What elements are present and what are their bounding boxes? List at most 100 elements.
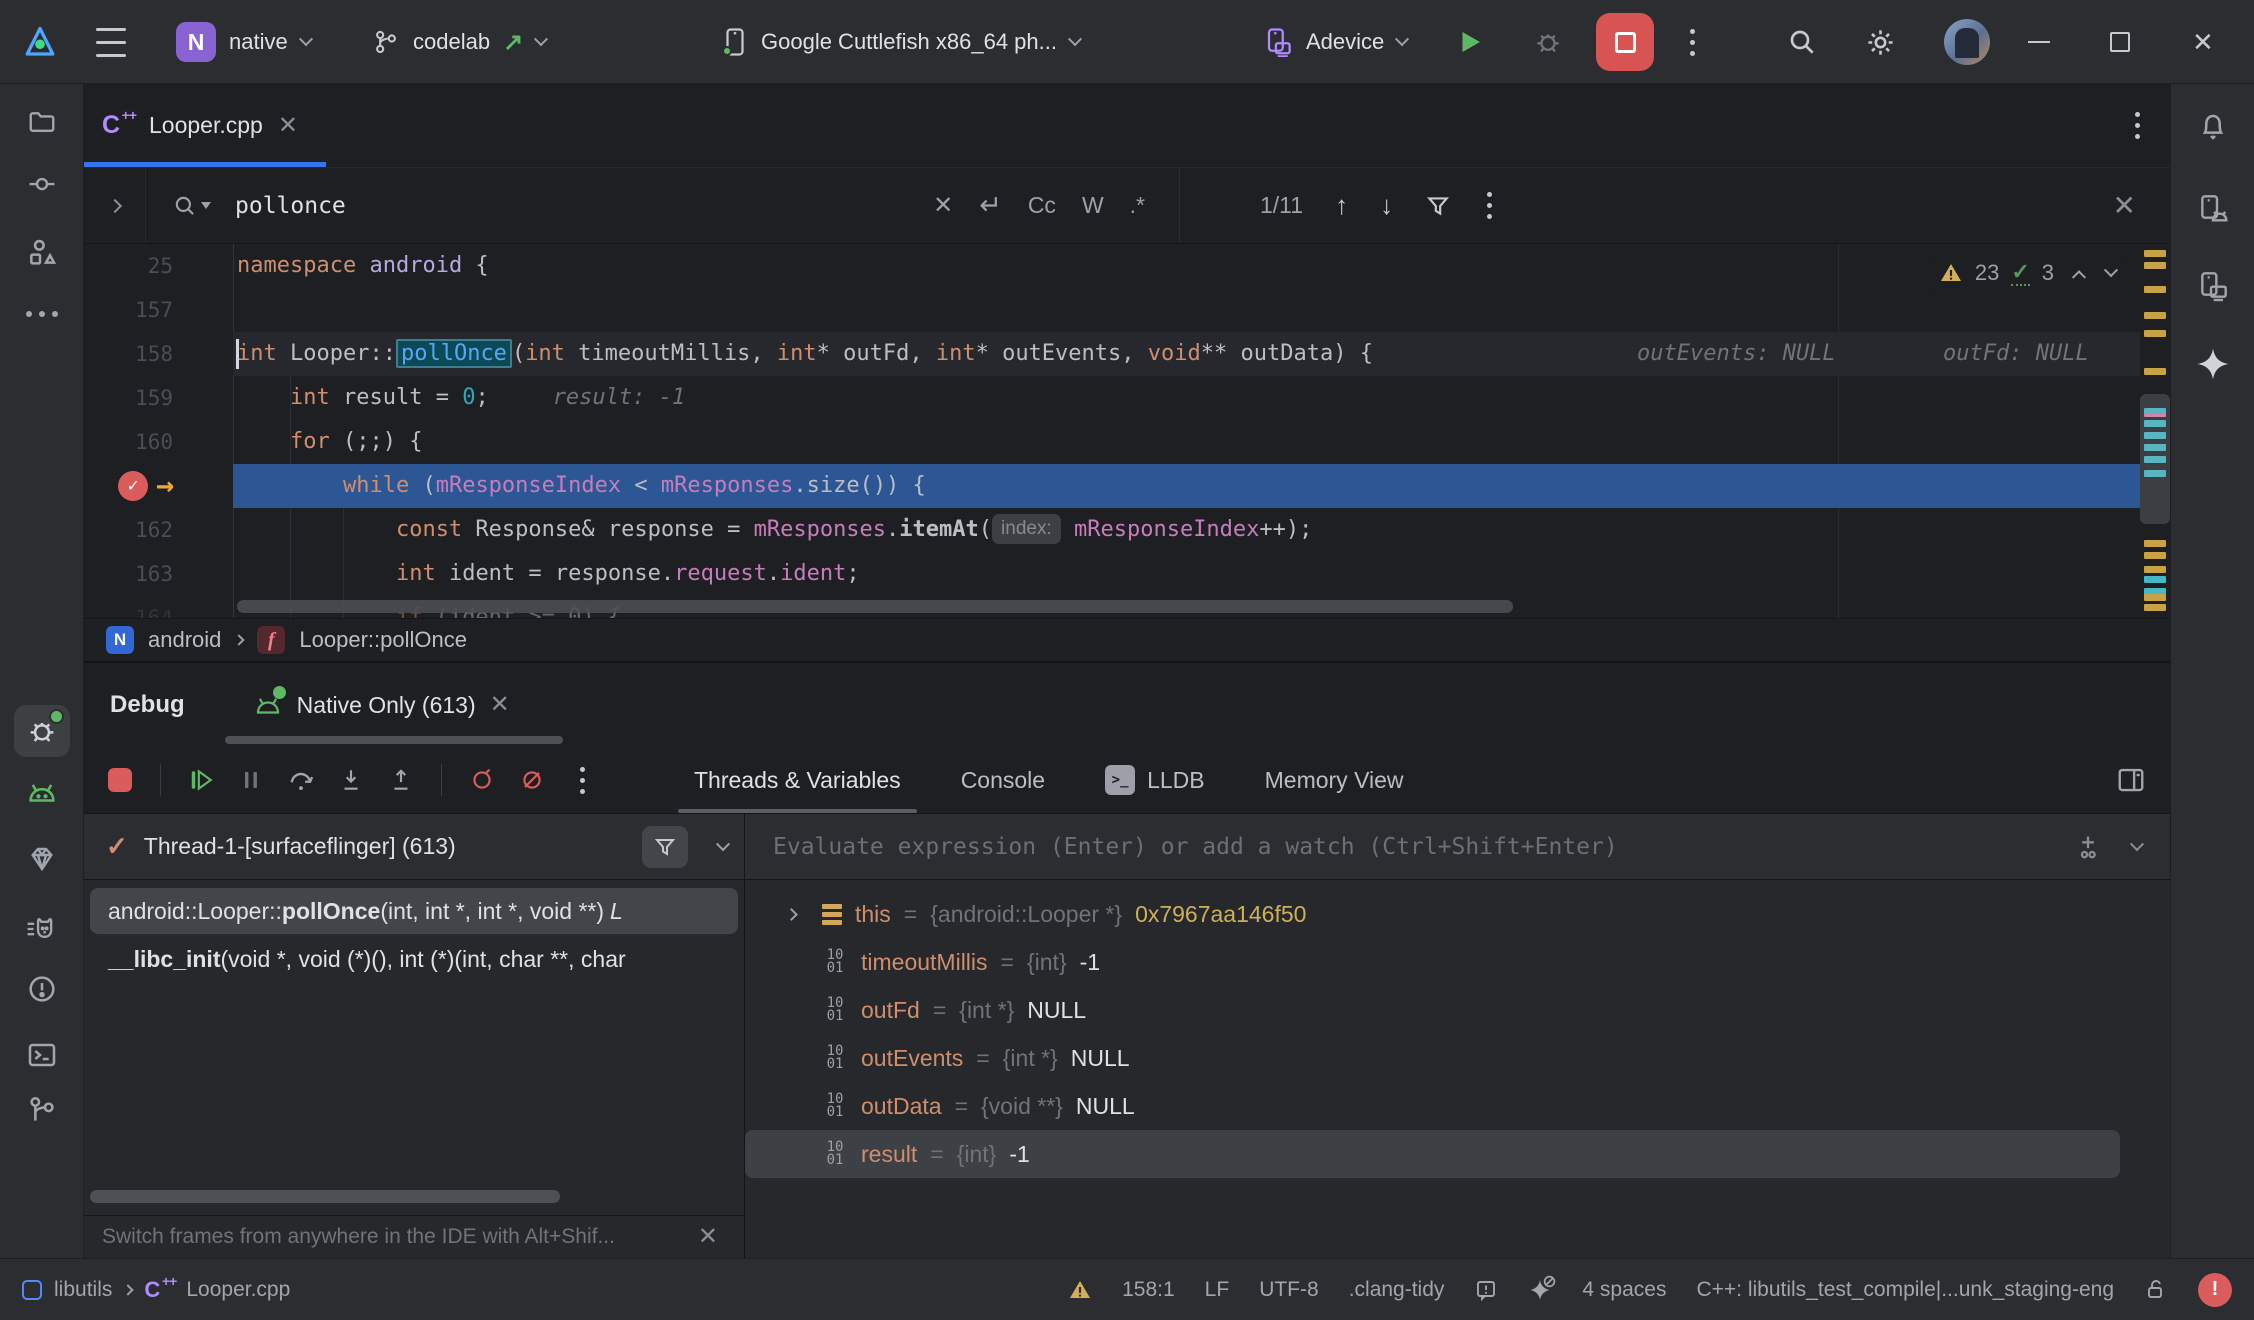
main-menu-button[interactable] — [96, 0, 126, 84]
evaluate-expression-input[interactable]: Evaluate expression (Enter) or add a wat… — [745, 814, 2170, 880]
structure-icon[interactable] — [14, 226, 70, 278]
lock-open-icon[interactable] — [2144, 1278, 2168, 1302]
editor-options-kebab-icon[interactable] — [2131, 108, 2144, 143]
line-number[interactable]: 159 — [84, 376, 233, 420]
inspection-widget[interactable]: 23 ✓ 3 — [1929, 256, 2126, 290]
newline-icon[interactable]: ↵ — [979, 190, 1002, 221]
tab-looper-cpp[interactable]: C++ Looper.cpp ✕ — [84, 84, 326, 167]
breadcrumb-namespace[interactable]: android — [148, 627, 221, 653]
frames-horizontal-scrollbar[interactable] — [90, 1190, 560, 1203]
line-number[interactable]: 160 — [84, 420, 233, 464]
readme-todo-icon[interactable] — [1474, 1278, 1498, 1302]
editor-horizontal-scrollbar[interactable] — [237, 600, 1513, 613]
resume-button[interactable] — [181, 760, 221, 800]
match-case-toggle[interactable]: Cc — [1028, 192, 1056, 219]
pause-button[interactable] — [231, 760, 271, 800]
ai-disabled-sparkle-icon[interactable] — [1528, 1278, 1552, 1302]
logcat-icon[interactable] — [14, 903, 70, 955]
breadcrumb-function[interactable]: Looper::pollOnce — [299, 627, 467, 653]
line-number[interactable]: 164 — [84, 596, 233, 618]
vcs-branch-selector[interactable]: codelab ↗ — [372, 0, 546, 84]
search-field[interactable]: pollonce ✕ ↵ Cc W .* — [146, 168, 1180, 243]
find-expander[interactable] — [84, 168, 146, 243]
evaluate-expand-chevron-icon[interactable] — [2130, 837, 2144, 851]
line-number[interactable]: 162 — [84, 508, 233, 552]
regex-toggle[interactable]: .* — [1130, 192, 1145, 219]
line-ending[interactable]: LF — [1205, 1278, 1230, 1302]
search-options-kebab-icon[interactable] — [1483, 188, 1496, 223]
previous-problem-icon[interactable] — [2072, 270, 2086, 284]
clang-tidy-status[interactable]: .clang-tidy — [1349, 1278, 1445, 1302]
session-close-icon[interactable]: ✕ — [490, 693, 510, 717]
debug-tool-window-icon[interactable] — [14, 705, 70, 757]
variable-row-this[interactable]: this={android::Looper *}0x7967aa146f50 — [745, 890, 2170, 938]
status-file[interactable]: Looper.cpp — [186, 1278, 290, 1302]
code-line-159[interactable]: 159 int result = 0;result: -1 — [84, 376, 2170, 420]
hide-frames-filter-icon[interactable] — [642, 826, 688, 868]
debug-button[interactable] — [1533, 0, 1563, 84]
code-line-158[interactable]: 158int Looper::pollOnce(int timeoutMilli… — [84, 332, 2170, 376]
view-breakpoints-button[interactable] — [462, 760, 502, 800]
mute-breakpoints-button[interactable] — [512, 760, 552, 800]
tip-close-icon[interactable]: ✕ — [698, 1225, 718, 1249]
terminal-icon[interactable] — [14, 1029, 70, 1081]
debugger-tab-console[interactable]: Console — [931, 747, 1075, 813]
error-notification-badge[interactable]: ! — [2198, 1273, 2232, 1307]
run-button[interactable] — [1455, 0, 1485, 84]
device-mirror-selector[interactable]: Adevice — [1265, 0, 1407, 84]
variable-row-outEvents[interactable]: 1001outEvents={int *}NULL — [745, 1034, 2170, 1082]
problems-icon[interactable] — [14, 963, 70, 1015]
debugger-tab-memory-view[interactable]: Memory View — [1235, 747, 1434, 813]
debugger-tab-threads-variables[interactable]: Threads & Variables — [664, 747, 931, 813]
gemini-sparkle-icon[interactable] — [2185, 338, 2241, 390]
variable-row-outData[interactable]: 1001outData={void **}NULL — [745, 1082, 2170, 1130]
code-line-160[interactable]: 160 for (;;) { — [84, 420, 2170, 464]
next-occurrence-icon[interactable]: ↓ — [1380, 190, 1393, 221]
debug-options-kebab-icon[interactable] — [562, 760, 602, 800]
caret-position[interactable]: 158:1 — [1122, 1278, 1175, 1302]
tab-close-icon[interactable]: ✕ — [278, 114, 298, 138]
whole-words-toggle[interactable]: W — [1082, 192, 1104, 219]
stop-button[interactable] — [1596, 13, 1654, 71]
version-control-icon[interactable] — [14, 1084, 70, 1136]
device-selector[interactable]: Google Cuttlefish x86_64 ph... — [722, 0, 1080, 84]
device-manager-icon[interactable] — [2185, 183, 2241, 235]
editor-scrollbar-thumb[interactable] — [2140, 394, 2170, 524]
filter-search-icon[interactable] — [1425, 193, 1451, 219]
add-watch-icon[interactable] — [2074, 833, 2102, 861]
code-line-25[interactable]: 25namespace android { — [84, 244, 2170, 288]
status-module[interactable]: libutils — [54, 1278, 112, 1302]
more-actions-button[interactable] — [1686, 0, 1699, 84]
tab-scrollbar[interactable] — [225, 736, 563, 744]
running-devices-icon[interactable] — [2185, 260, 2241, 312]
build-configuration[interactable]: C++: libutils_test_compile|...unk_stagin… — [1696, 1278, 2114, 1302]
debugger-tab-lldb[interactable]: >_LLDB — [1075, 747, 1235, 813]
previous-occurrence-icon[interactable]: ↑ — [1335, 190, 1348, 221]
next-problem-icon[interactable] — [2104, 263, 2118, 277]
stack-frame[interactable]: __libc_init(void *, void (*)(), int (*)(… — [90, 936, 738, 982]
code-line-163[interactable]: 163 int ident = response.request.ident; — [84, 552, 2170, 596]
more-tool-windows-icon[interactable] — [14, 288, 70, 340]
thread-dropdown-chevron-icon[interactable] — [716, 837, 730, 851]
line-number[interactable]: 25 — [84, 244, 233, 288]
app-quality-insights-icon[interactable] — [14, 833, 70, 885]
file-encoding[interactable]: UTF-8 — [1259, 1278, 1319, 1302]
code-line-162[interactable]: 162 const Response& response = mResponse… — [84, 508, 2170, 552]
minimize-button[interactable] — [2028, 0, 2050, 84]
debug-session-tab[interactable]: Native Only (613) ✕ — [253, 692, 510, 719]
code-editor[interactable]: 25namespace android {157158int Looper::p… — [84, 244, 2170, 618]
code-line-157[interactable]: 157 — [84, 288, 2170, 332]
status-warning-icon[interactable] — [1068, 1278, 1092, 1302]
clear-search-icon[interactable]: ✕ — [933, 191, 953, 220]
indent-setting[interactable]: 4 spaces — [1582, 1278, 1666, 1302]
variable-row-result[interactable]: 1001result={int}-1 — [745, 1130, 2120, 1178]
step-over-button[interactable] — [281, 760, 321, 800]
notifications-bell-icon[interactable] — [2185, 100, 2241, 152]
stop-process-button[interactable] — [100, 760, 140, 800]
thread-selector[interactable]: ✓ Thread-1-[surfaceflinger] (613) — [84, 814, 744, 880]
variable-row-timeoutMillis[interactable]: 1001timeoutMillis={int}-1 — [745, 938, 2170, 986]
line-number[interactable]: 163 — [84, 552, 233, 596]
project-folder-icon[interactable] — [14, 96, 70, 148]
step-out-button[interactable] — [381, 760, 421, 800]
step-into-button[interactable] — [331, 760, 371, 800]
